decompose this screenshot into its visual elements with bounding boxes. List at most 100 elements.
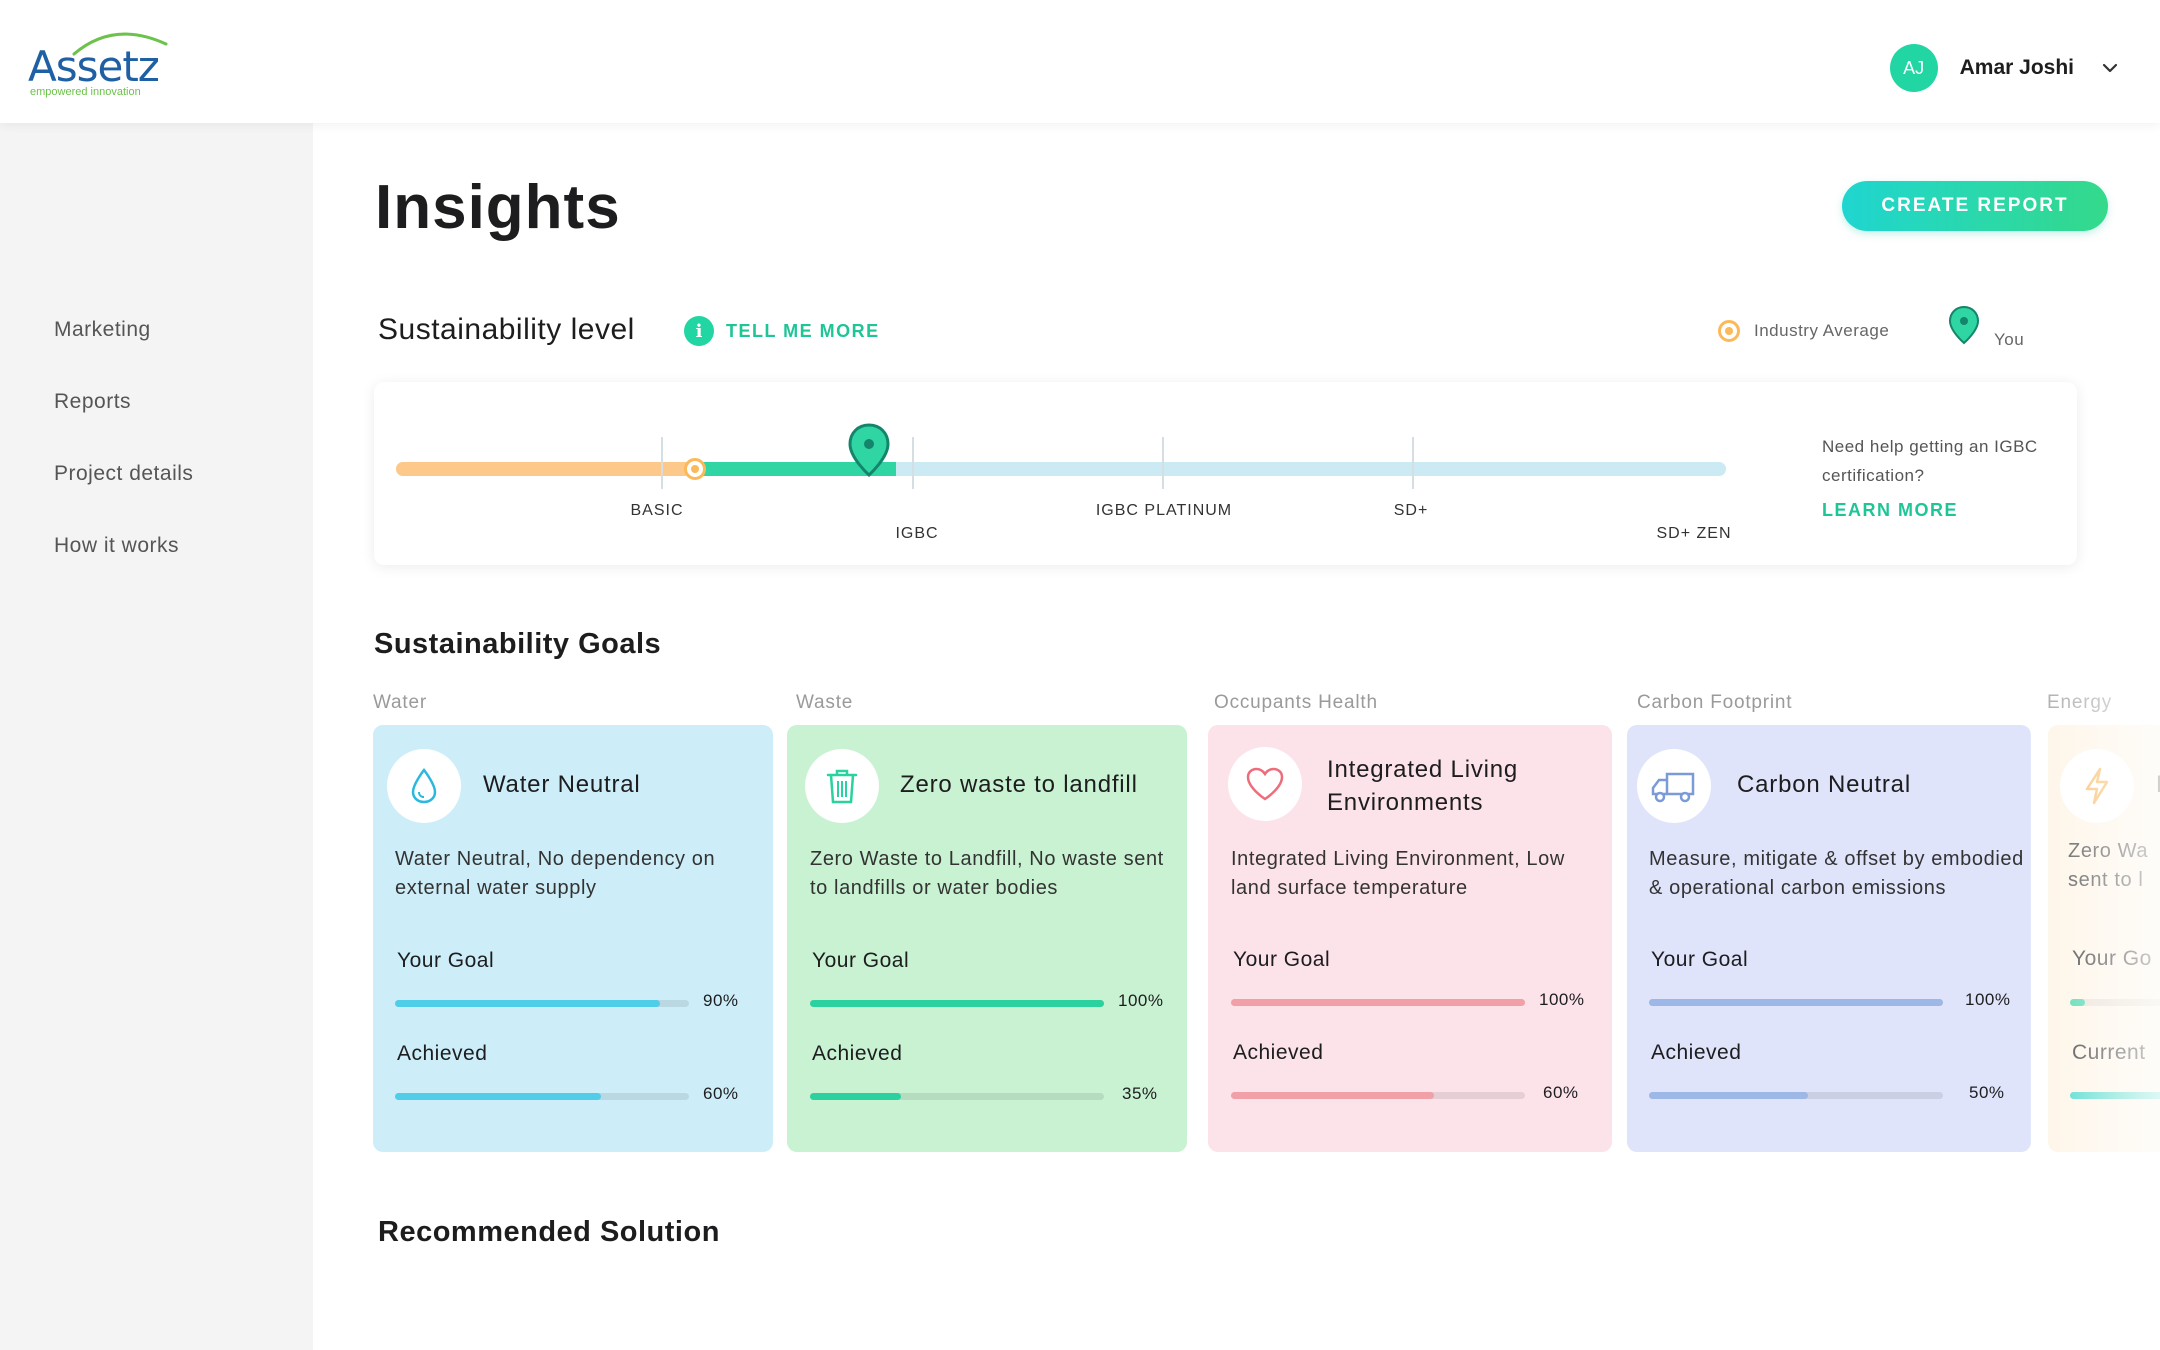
your-goal-label: Your Go bbox=[2072, 947, 2152, 970]
achieved-label: Achieved bbox=[812, 1042, 903, 1065]
goal-description: Zero Wa sent to l bbox=[2068, 840, 2149, 891]
your-goal-label: Your Goal bbox=[1651, 948, 1749, 971]
goal-card-waste[interactable]: Zero waste to landfill Zero Waste to Lan… bbox=[787, 725, 1187, 1152]
recommended-solution-title: Recommended Solution bbox=[378, 1216, 720, 1248]
level-label-sd-zen: SD+ ZEN bbox=[1656, 525, 1732, 542]
heart-icon bbox=[1228, 747, 1302, 821]
goal-card-water[interactable]: Water Neutral Water Neutral, No dependen… bbox=[373, 725, 773, 1152]
logo-tagline: empowered innovation bbox=[30, 86, 141, 98]
goal-title: Zero waste to landfill bbox=[900, 771, 1138, 798]
sustainability-level-title: Sustainability level bbox=[378, 313, 635, 346]
industry-average-marker-icon bbox=[1718, 320, 1740, 342]
tick-igbc bbox=[912, 437, 914, 489]
goal-progress-fill bbox=[2070, 999, 2085, 1006]
achieved-progress-bar bbox=[1649, 1092, 1943, 1099]
user-menu[interactable]: AJ Amar Joshi bbox=[1889, 44, 2120, 92]
level-label-sd-plus: SD+ bbox=[1393, 502, 1429, 519]
assetz-logo[interactable]: Assetz empowered innovation bbox=[28, 24, 168, 104]
achieved-percent: 60% bbox=[1543, 1083, 1579, 1102]
goal-percent: 100% bbox=[1965, 990, 2011, 1009]
goal-percent: 90% bbox=[703, 991, 739, 1010]
sidebar-item-project-details[interactable]: Project details bbox=[54, 462, 193, 486]
industry-average-fill bbox=[396, 462, 696, 476]
achieved-progress-fill bbox=[1649, 1092, 1808, 1099]
water-drop-icon bbox=[387, 749, 461, 823]
category-label-carbon-footprint: Carbon Footprint bbox=[1637, 692, 1793, 713]
level-label-igbc-platinum: IGBC PLATINUM bbox=[1095, 502, 1233, 519]
goal-card-energy[interactable]: R Zero Wa sent to l Your Go Current bbox=[2048, 725, 2160, 1152]
goal-progress-fill bbox=[810, 1000, 1104, 1007]
user-name[interactable]: Amar Joshi bbox=[1960, 56, 2074, 80]
goal-percent: 100% bbox=[1539, 990, 1585, 1009]
achieved-percent: 35% bbox=[1122, 1084, 1158, 1103]
goal-card-carbon-footprint[interactable]: Carbon Neutral Measure, mitigate & offse… bbox=[1627, 725, 2031, 1152]
level-track bbox=[396, 462, 1726, 476]
sidebar-item-marketing[interactable]: Marketing bbox=[54, 318, 151, 342]
goal-progress-bar bbox=[1649, 999, 1943, 1006]
your-goal-label: Your Goal bbox=[397, 949, 495, 972]
tell-me-more-link[interactable]: i TELL ME MORE bbox=[684, 316, 880, 346]
achieved-progress-fill bbox=[1231, 1092, 1434, 1099]
goal-description: Measure, mitigate & offset by embodied &… bbox=[1649, 848, 2024, 899]
lightning-icon bbox=[2060, 749, 2134, 823]
location-pin-icon bbox=[1948, 305, 1980, 345]
category-label-energy: Energy bbox=[2047, 692, 2113, 713]
legend-you: You bbox=[1948, 300, 2024, 350]
truck-icon bbox=[1637, 749, 1711, 823]
top-header: Assetz empowered innovation AJ Amar Josh… bbox=[0, 0, 2160, 123]
achieved-progress-fill bbox=[810, 1093, 902, 1100]
goal-title: Carbon Neutral bbox=[1737, 771, 1911, 798]
goal-title: R bbox=[2156, 768, 2160, 801]
trash-icon bbox=[805, 749, 879, 823]
tick-igbc-platinum bbox=[1162, 437, 1164, 489]
sidebar-item-how-it-works[interactable]: How it works bbox=[54, 534, 179, 558]
goal-title: Water Neutral bbox=[483, 771, 641, 798]
your-goal-label: Your Goal bbox=[812, 949, 910, 972]
goal-progress-bar bbox=[395, 1000, 689, 1007]
goal-progress-bar bbox=[1231, 999, 1525, 1006]
goal-description: Water Neutral, No dependency on external… bbox=[395, 848, 716, 899]
category-label-waste: Waste bbox=[796, 692, 854, 713]
legend-average-label: Industry Average bbox=[1754, 321, 1890, 340]
category-label-water: Water bbox=[373, 692, 427, 713]
goal-progress-bar bbox=[810, 1000, 1104, 1007]
goal-progress-fill bbox=[1649, 999, 1943, 1006]
achieved-label: Achieved bbox=[397, 1042, 488, 1065]
category-label-occupants-health: Occupants Health bbox=[1214, 692, 1378, 713]
achieved-percent: 50% bbox=[1969, 1083, 2005, 1102]
achieved-percent: 60% bbox=[703, 1084, 739, 1103]
create-report-button[interactable]: CREATE REPORT bbox=[1842, 181, 2108, 231]
current-progress-bar bbox=[2070, 1092, 2160, 1099]
sustainability-goals-title: Sustainability Goals bbox=[374, 628, 662, 660]
logo-text: Assetz bbox=[28, 42, 160, 91]
your-goal-label: Your Goal bbox=[1233, 948, 1331, 971]
goal-percent: 100% bbox=[1118, 991, 1164, 1010]
legend-you-label: You bbox=[1994, 330, 2025, 349]
goal-progress-bar bbox=[2070, 999, 2160, 1006]
chevron-down-icon[interactable] bbox=[2100, 58, 2120, 78]
achieved-label: Achieved bbox=[1651, 1041, 1742, 1064]
level-label-igbc: IGBC bbox=[895, 525, 939, 542]
current-progress-fill bbox=[2070, 1092, 2160, 1099]
info-icon: i bbox=[684, 316, 714, 346]
certification-help-text: Need help getting an IGBC certification? bbox=[1822, 437, 2038, 485]
tick-sd-plus bbox=[1412, 437, 1414, 489]
level-label-basic: BASIC bbox=[630, 502, 684, 519]
goal-description: Zero Waste to Landfill, No waste sent to… bbox=[810, 848, 1164, 899]
sidebar: Marketing Reports Project details How it… bbox=[0, 123, 313, 1350]
sidebar-item-reports[interactable]: Reports bbox=[54, 390, 131, 414]
page-title: Insights bbox=[375, 173, 621, 242]
achieved-progress-bar bbox=[395, 1093, 689, 1100]
industry-average-marker bbox=[684, 458, 706, 480]
sustainability-level-card: BASIC IGBC IGBC PLATINUM SD+ SD+ ZEN Nee… bbox=[374, 382, 2077, 565]
avatar[interactable]: AJ bbox=[1889, 44, 1938, 92]
goal-progress-fill bbox=[395, 1000, 660, 1007]
goal-title: Integrated Living Environments bbox=[1327, 756, 1519, 816]
learn-more-link[interactable]: LEARN MORE bbox=[1822, 500, 1958, 521]
tick-basic bbox=[661, 437, 663, 489]
goal-description: Integrated Living Environment, Low land … bbox=[1231, 848, 1565, 899]
tell-me-more-label: TELL ME MORE bbox=[726, 320, 880, 341]
goal-card-occupants-health[interactable]: Integrated Living Environments Integrate… bbox=[1208, 725, 1612, 1152]
achieved-progress-bar bbox=[810, 1093, 1104, 1100]
your-level-pin-icon bbox=[848, 423, 890, 478]
